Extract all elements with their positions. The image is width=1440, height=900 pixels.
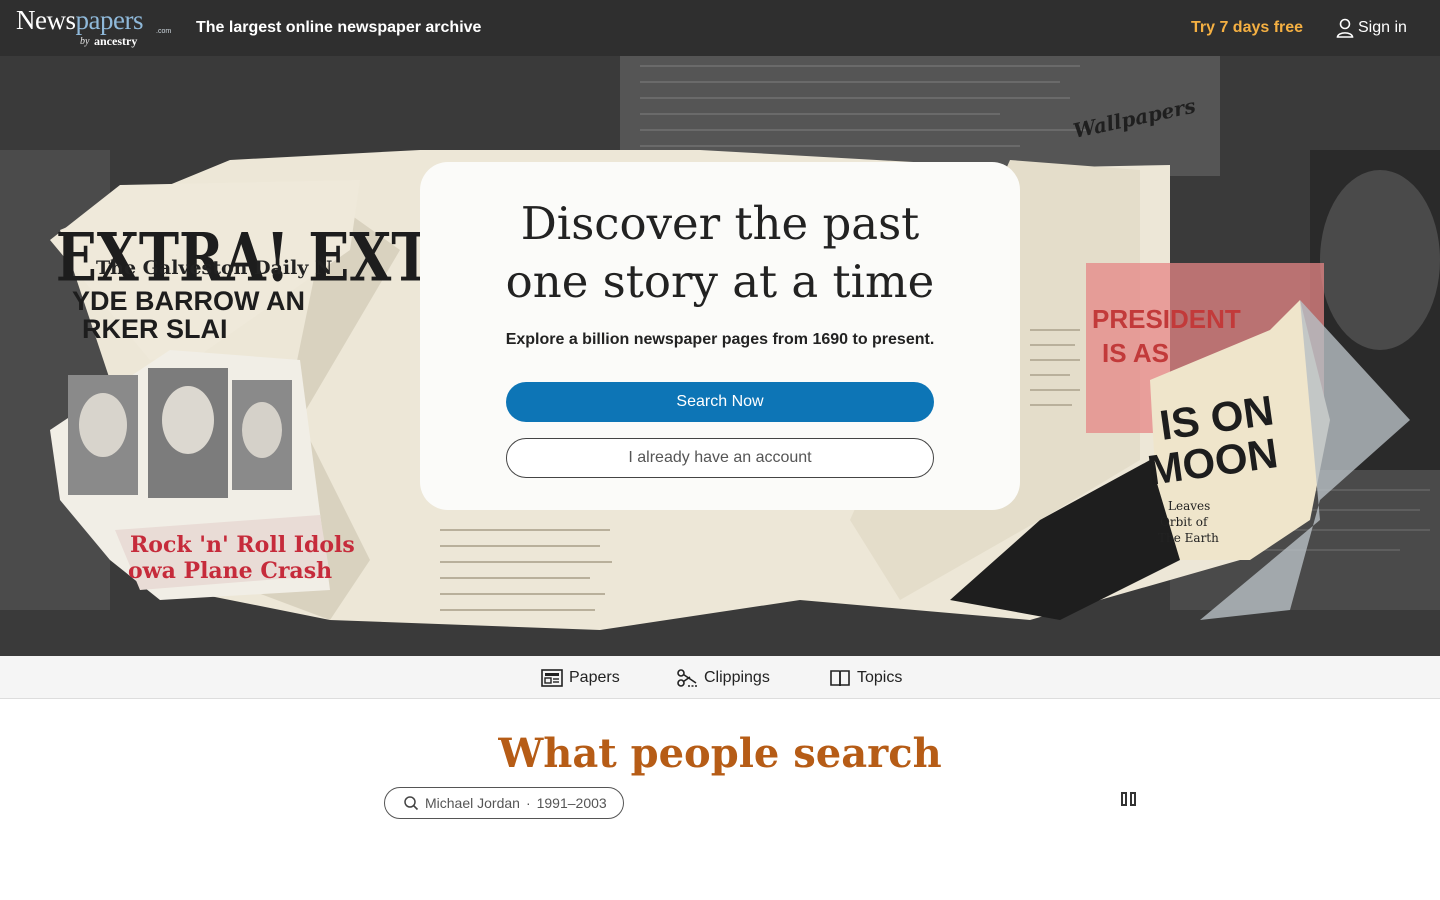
hero-title-line-1: Discover the past bbox=[520, 197, 920, 250]
nav-item-topics[interactable]: Topics bbox=[829, 656, 902, 699]
collage-parker-text: RKER SLAI bbox=[82, 314, 228, 344]
have-account-button[interactable]: I already have an account bbox=[506, 438, 934, 478]
site-tagline: The largest online newspaper archive bbox=[196, 19, 482, 36]
nav-item-clippings[interactable]: Clippings bbox=[676, 656, 770, 699]
pause-icon bbox=[1120, 792, 1127, 806]
nav-clippings-label: Clippings bbox=[704, 668, 770, 686]
site-header: Newspapers .com by ancestry The largest … bbox=[0, 0, 1440, 56]
hero-title-line-2: one story at a time bbox=[505, 255, 935, 308]
hero-section: EXTRA! EXTRA! The Galveston Daily N YDE … bbox=[0, 0, 1440, 656]
chip-separator: · bbox=[525, 795, 531, 811]
newspaper-icon bbox=[541, 668, 563, 687]
newspapers-logo[interactable]: Newspapers .com by ancestry bbox=[16, 6, 176, 50]
logo-word-a: News bbox=[16, 5, 76, 35]
book-icon bbox=[830, 669, 850, 686]
collage-orbit-text: Orbit of bbox=[1160, 515, 1209, 529]
collage-earth-text: The Earth bbox=[1158, 531, 1219, 545]
collage-rock-text: Rock 'n' Roll Idols bbox=[130, 532, 355, 558]
logo-wordmark: Newspapers bbox=[16, 6, 143, 34]
collage-galveston-text: The Galveston Daily N bbox=[96, 257, 332, 279]
chip-years: 1991–2003 bbox=[536, 795, 607, 811]
pause-carousel-button[interactable] bbox=[1118, 790, 1138, 808]
sign-in-link[interactable]: Sign in bbox=[1336, 17, 1407, 39]
hero-card: Discover the past one story at a time Ex… bbox=[420, 162, 1020, 510]
hero-title: Discover the past one story at a time bbox=[420, 195, 1020, 311]
chip-name: Michael Jordan bbox=[425, 795, 520, 811]
hero-subtitle: Explore a billion newspaper pages from 1… bbox=[505, 331, 935, 348]
nav-papers-label: Papers bbox=[569, 668, 620, 686]
pause-icon-bar bbox=[1129, 792, 1136, 806]
collage-leaves-text: Leaves bbox=[1168, 499, 1210, 513]
logo-ancestry: ancestry bbox=[94, 34, 138, 48]
popular-search-chip[interactable]: Michael Jordan · 1991–2003 bbox=[384, 787, 624, 819]
logo-com: .com bbox=[156, 28, 172, 35]
nav-item-papers[interactable]: Papers bbox=[541, 656, 620, 699]
logo-by: by bbox=[80, 36, 90, 47]
logo-word-b: papers bbox=[75, 5, 144, 35]
search-now-button[interactable]: Search Now bbox=[506, 382, 934, 422]
scissors-icon bbox=[677, 668, 697, 687]
user-icon bbox=[1336, 18, 1354, 38]
try-free-link[interactable]: Try 7 days free bbox=[1191, 19, 1303, 37]
collage-president-text: PRESIDENT bbox=[1092, 304, 1241, 334]
sign-in-label: Sign in bbox=[1358, 19, 1407, 36]
search-icon bbox=[404, 796, 419, 811]
collage-barrow-text: YDE BARROW AN bbox=[72, 286, 305, 316]
collage-is-as-text: IS AS bbox=[1102, 338, 1169, 368]
what-people-search-title: What people search bbox=[498, 730, 942, 777]
feature-nav: Papers Clippings Topics bbox=[0, 656, 1440, 699]
collage-crash-text: owa Plane Crash bbox=[128, 558, 332, 584]
nav-topics-label: Topics bbox=[857, 668, 903, 686]
